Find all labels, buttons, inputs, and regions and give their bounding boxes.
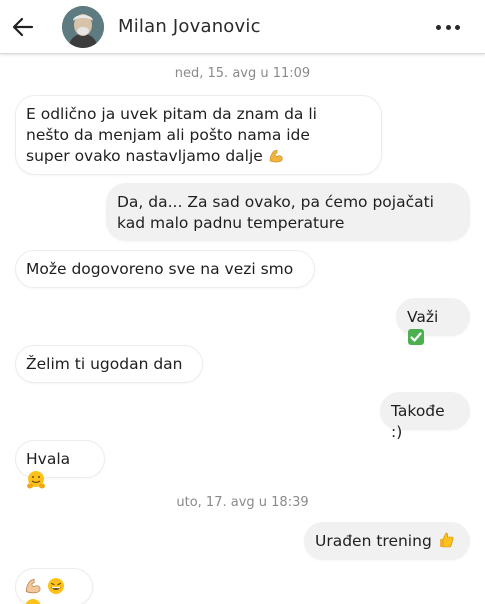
more-options-button[interactable] <box>436 18 460 36</box>
contact-name[interactable]: Milan Jovanovic <box>118 16 261 37</box>
message-bubble-incoming[interactable]: Želim ti ugodan dan <box>15 345 203 383</box>
chat-header: Milan Jovanovic <box>0 0 485 54</box>
thumbs-up-icon <box>439 532 454 548</box>
more-horizontal-icon <box>436 24 441 30</box>
grinning-sweat-icon <box>25 599 41 604</box>
message-bubble-outgoing[interactable]: Da, da... Za sad ovako, pa ćemo pojačati… <box>106 183 470 241</box>
timestamp: ned, 15. avg u 11:09 <box>174 66 311 81</box>
message-bubble-outgoing[interactable]: Urađen trening <box>304 522 470 560</box>
flexed-biceps-icon <box>269 149 283 163</box>
check-mark-button-icon <box>408 329 424 345</box>
avatar[interactable] <box>62 6 104 48</box>
flexed-biceps-icon <box>25 578 41 594</box>
message-bubble-incoming[interactable]: E odlično ja uvek pitam da znam da li ne… <box>15 95 382 175</box>
back-button[interactable] <box>10 13 36 41</box>
message-bubble-outgoing[interactable]: Važi <box>396 298 470 345</box>
message-bubble-incoming[interactable] <box>15 568 93 604</box>
timestamp: uto, 17. avg u 18:39 <box>176 495 309 510</box>
message-bubble-outgoing[interactable]: Takođe :) <box>380 392 470 441</box>
arrow-left-icon <box>12 17 34 37</box>
grinning-sweat-icon <box>47 578 64 594</box>
hugging-face-icon <box>27 471 45 489</box>
message-bubble-incoming[interactable]: Može dogovoreno sve na vezi smo <box>15 250 315 288</box>
message-bubble-incoming[interactable]: Hvala <box>15 440 105 489</box>
